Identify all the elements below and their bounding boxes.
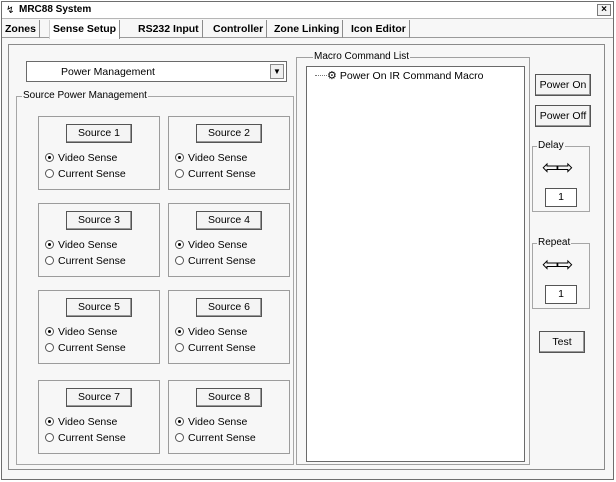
source-6-current-radio[interactable]: Current Sense [175, 342, 256, 354]
tab-rs232-input[interactable]: RS232 Input [135, 20, 203, 38]
tab-zones[interactable]: Zones [2, 20, 40, 38]
source-8-video-radio[interactable]: Video Sense [175, 416, 247, 428]
macro-group-label: Macro Command List [313, 51, 411, 62]
source-7-video-radio[interactable]: Video Sense [45, 416, 117, 428]
title-bar: ↯ MRC88 System × [2, 2, 613, 19]
source-4-button[interactable]: Source 4 [196, 211, 262, 230]
radio-unchecked-icon[interactable] [45, 256, 54, 265]
delay-group: Delay ⇦⇨ 1 [532, 140, 590, 212]
dropdown-value: Power Management [61, 66, 155, 78]
delay-value-field[interactable]: 1 [545, 188, 577, 207]
source-3-button[interactable]: Source 3 [66, 211, 132, 230]
delay-arrow-icons[interactable]: ⇦⇨ [542, 158, 573, 178]
source-3-video-radio[interactable]: Video Sense [45, 239, 117, 251]
source-4-video-radio[interactable]: Video Sense [175, 239, 247, 251]
radio-unchecked-icon[interactable] [45, 433, 54, 442]
radio-unchecked-icon[interactable] [45, 169, 54, 178]
macro-icon: ⚙ [327, 70, 337, 82]
delay-label: Delay [537, 140, 565, 151]
source-6-box: Source 6 Video Sense Current Sense [168, 290, 290, 364]
source-3-current-radio[interactable]: Current Sense [45, 255, 126, 267]
repeat-label: Repeat [537, 237, 572, 248]
test-button[interactable]: Test [539, 331, 585, 353]
tree-connector [315, 75, 327, 76]
source-2-box: Source 2 Video Sense Current Sense [168, 116, 290, 190]
source-7-box: Source 7 Video Sense Current Sense [38, 380, 160, 454]
source-4-current-radio[interactable]: Current Sense [175, 255, 256, 267]
repeat-arrow-icons[interactable]: ⇦⇨ [542, 255, 573, 275]
radio-unchecked-icon[interactable] [175, 433, 184, 442]
source-1-box: Source 1 Video Sense Current Sense [38, 116, 160, 190]
radio-checked-icon[interactable] [175, 153, 184, 162]
source-7-button[interactable]: Source 7 [66, 388, 132, 407]
power-off-button[interactable]: Power Off [535, 105, 591, 127]
source-5-button[interactable]: Source 5 [66, 298, 132, 317]
source-8-box: Source 8 Video Sense Current Sense [168, 380, 290, 454]
radio-unchecked-icon[interactable] [175, 343, 184, 352]
repeat-value-field[interactable]: 1 [545, 285, 577, 304]
tab-controller[interactable]: Controller [210, 20, 268, 38]
app-icon: ↯ [6, 5, 15, 16]
radio-checked-icon[interactable] [45, 327, 54, 336]
source-1-current-radio[interactable]: Current Sense [45, 168, 126, 180]
source-7-current-radio[interactable]: Current Sense [45, 432, 126, 444]
radio-checked-icon[interactable] [45, 153, 54, 162]
radio-unchecked-icon[interactable] [175, 169, 184, 178]
chevron-down-icon[interactable]: ▼ [270, 64, 284, 79]
source-1-button[interactable]: Source 1 [66, 124, 132, 143]
radio-checked-icon[interactable] [175, 327, 184, 336]
source-8-current-radio[interactable]: Current Sense [175, 432, 256, 444]
radio-checked-icon[interactable] [175, 240, 184, 249]
radio-checked-icon[interactable] [45, 417, 54, 426]
source-5-video-radio[interactable]: Video Sense [45, 326, 117, 338]
source-5-box: Source 5 Video Sense Current Sense [38, 290, 160, 364]
source-6-button[interactable]: Source 6 [196, 298, 262, 317]
source-4-box: Source 4 Video Sense Current Sense [168, 203, 290, 277]
macro-item[interactable]: ⚙ Power On IR Command Macro [327, 69, 483, 82]
window-title: MRC88 System [19, 4, 92, 15]
tab-sense-setup[interactable]: Sense Setup [49, 20, 121, 39]
tab-bar: Zones Sense Setup RS232 Input Controller… [2, 20, 613, 39]
radio-unchecked-icon[interactable] [175, 256, 184, 265]
tab-icon-editor[interactable]: Icon Editor [348, 20, 410, 38]
radio-checked-icon[interactable] [45, 240, 54, 249]
tab-zone-linking[interactable]: Zone Linking [271, 20, 344, 38]
repeat-group: Repeat ⇦⇨ 1 [532, 237, 590, 309]
radio-unchecked-icon[interactable] [45, 343, 54, 352]
source-2-current-radio[interactable]: Current Sense [175, 168, 256, 180]
group-label: Source Power Management [22, 90, 148, 101]
source-6-video-radio[interactable]: Video Sense [175, 326, 247, 338]
source-3-box: Source 3 Video Sense Current Sense [38, 203, 160, 277]
source-5-current-radio[interactable]: Current Sense [45, 342, 126, 354]
power-on-button[interactable]: Power On [535, 74, 591, 96]
macro-command-list[interactable]: ⚙ Power On IR Command Macro [306, 66, 525, 462]
source-2-button[interactable]: Source 2 [196, 124, 262, 143]
source-8-button[interactable]: Source 8 [196, 388, 262, 407]
close-button[interactable]: × [597, 4, 611, 16]
source-1-video-radio[interactable]: Video Sense [45, 152, 117, 164]
radio-checked-icon[interactable] [175, 417, 184, 426]
source-2-video-radio[interactable]: Video Sense [175, 152, 247, 164]
mode-dropdown[interactable]: Power Management ▼ [26, 61, 287, 82]
